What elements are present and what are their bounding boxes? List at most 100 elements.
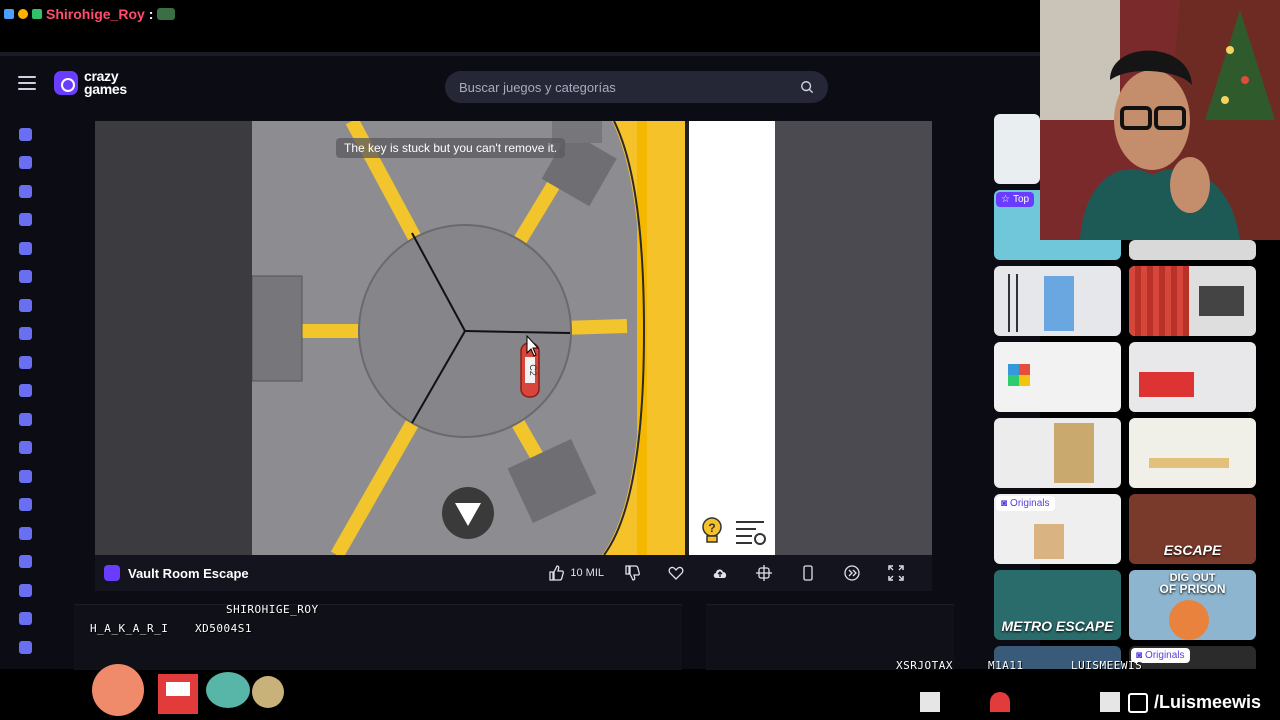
badge-icon [32, 9, 42, 19]
sidebar-item[interactable] [0, 548, 50, 577]
thumb-title: METRO ESCAPE [1001, 618, 1114, 634]
thumbs-up-icon [549, 565, 565, 581]
game-frame[interactable]: C2 The key is stuck but you can't remove… [95, 121, 932, 555]
fire-icon [18, 213, 32, 227]
fullscreen-icon [888, 565, 904, 581]
game-thumb[interactable] [994, 342, 1121, 412]
top-badge: ☆ Top [996, 192, 1035, 207]
sidebar-item[interactable] [0, 605, 50, 634]
game-thumb[interactable] [994, 266, 1121, 336]
thumbs-down-icon [625, 565, 640, 581]
multiplayer-icon [18, 270, 32, 284]
like-count: 10 MIL [570, 567, 604, 579]
lightbulb-icon[interactable]: ? [701, 517, 723, 547]
sidebar-item[interactable] [0, 291, 50, 320]
game-thumb[interactable] [1129, 266, 1256, 336]
pixel-sprites [88, 654, 298, 718]
theater-mode-icon [844, 565, 860, 581]
mobile-button[interactable] [786, 555, 830, 591]
favorite-button[interactable] [654, 555, 698, 591]
search-icon[interactable] [800, 80, 814, 94]
sidebar-item[interactable] [0, 120, 50, 149]
originals-icon: ◙ [1001, 498, 1008, 509]
game-thumb[interactable] [994, 418, 1121, 488]
share-button[interactable] [742, 555, 786, 591]
lightning-icon [18, 327, 32, 341]
car-icon [18, 526, 32, 540]
hint-message: The key is stuck but you can't remove it… [336, 138, 566, 158]
game-thumb[interactable] [1129, 240, 1256, 260]
game-thumb[interactable]: DIG OUT OF PRISON [1129, 570, 1256, 640]
thumb-title: ESCAPE [1163, 542, 1222, 558]
game-thumb[interactable] [1129, 342, 1256, 412]
overlay-name: SHIROHIGE_ROY [226, 603, 319, 616]
vault-scene[interactable]: C2 The key is stuck but you can't remove… [252, 121, 775, 555]
social-handle: /Luismeewis [1128, 692, 1261, 713]
twitch-icon [1128, 692, 1148, 713]
site-header: crazy games Buscar juegos y categorías [0, 52, 1040, 110]
sidebar-item[interactable] [0, 576, 50, 605]
heart-icon [668, 566, 684, 580]
sidebar-item[interactable] [0, 434, 50, 463]
chat-message: Shirohige_Roy : [4, 4, 176, 24]
cloud-save-button[interactable] [698, 555, 742, 591]
sidebar-item[interactable] [0, 177, 50, 206]
theater-mode-button[interactable] [830, 555, 874, 591]
sidebar-item[interactable] [0, 519, 50, 548]
search-placeholder: Buscar juegos y categorías [459, 79, 616, 95]
steering-icon [18, 555, 32, 569]
game-actions: 10 MIL [548, 555, 918, 591]
game-thumb[interactable] [994, 114, 1040, 184]
mobile-icon [803, 565, 813, 581]
game-thumb[interactable]: METRO ESCAPE [994, 570, 1121, 640]
basketball-icon [18, 384, 32, 398]
tag-icon [18, 640, 32, 654]
emote-icon [157, 8, 176, 20]
game-thumb[interactable] [1129, 418, 1256, 488]
sidebar-item[interactable] [0, 377, 50, 406]
fullscreen-button[interactable] [874, 555, 918, 591]
cube-icon [18, 441, 32, 455]
sidebar-item[interactable] [0, 263, 50, 292]
stream-frame: Shirohige_Roy : crazy games Buscar juego… [0, 0, 1280, 720]
sidebar-item[interactable] [0, 149, 50, 178]
game-bar: Vault Room Escape 10 MIL [95, 555, 932, 591]
logo-icon [54, 71, 78, 95]
sidebar-item[interactable] [0, 462, 50, 491]
badge-icon [4, 9, 14, 19]
logo-text: crazy games [84, 68, 127, 97]
sparkle-icon [18, 184, 32, 198]
sidebar-item[interactable] [0, 348, 50, 377]
clock-icon [18, 156, 32, 170]
game-icon [104, 565, 120, 581]
gamepad-icon [18, 583, 32, 597]
settings-menu-icon[interactable] [734, 519, 768, 547]
game-thumb[interactable]: ESCAPE [1129, 494, 1256, 564]
avatar-sprite [920, 692, 940, 712]
game-letterbox-left [95, 121, 252, 555]
sidebar-item[interactable] [0, 491, 50, 520]
sidebar-item[interactable] [0, 206, 50, 235]
like-button[interactable]: 10 MIL [548, 555, 610, 591]
game-title: Vault Room Escape [128, 565, 249, 581]
game-thumb[interactable]: ◙ Originals [1129, 646, 1256, 669]
chat-username: Shirohige_Roy [46, 6, 145, 22]
share-icon [756, 565, 772, 581]
game-thumb[interactable]: ◙ Originals [994, 494, 1121, 564]
sidebar-item[interactable] [0, 320, 50, 349]
originals-badge: ◙ Originals [996, 496, 1055, 511]
sidebar-item[interactable] [0, 234, 50, 263]
search-input[interactable]: Buscar juegos y categorías [445, 71, 828, 103]
rocket-icon [18, 498, 32, 512]
sidebar-item[interactable] [0, 633, 50, 662]
avatar-sprite [1100, 692, 1120, 712]
compass-icon [18, 355, 32, 369]
hamburger-icon[interactable] [18, 76, 36, 90]
dislike-button[interactable] [610, 555, 654, 591]
sidebar-item[interactable] [0, 405, 50, 434]
site-logo[interactable]: crazy games [54, 68, 127, 97]
webcam-feed [1040, 0, 1280, 240]
sidebar [0, 120, 50, 669]
home-icon [18, 127, 32, 141]
badge-icon [18, 9, 28, 19]
